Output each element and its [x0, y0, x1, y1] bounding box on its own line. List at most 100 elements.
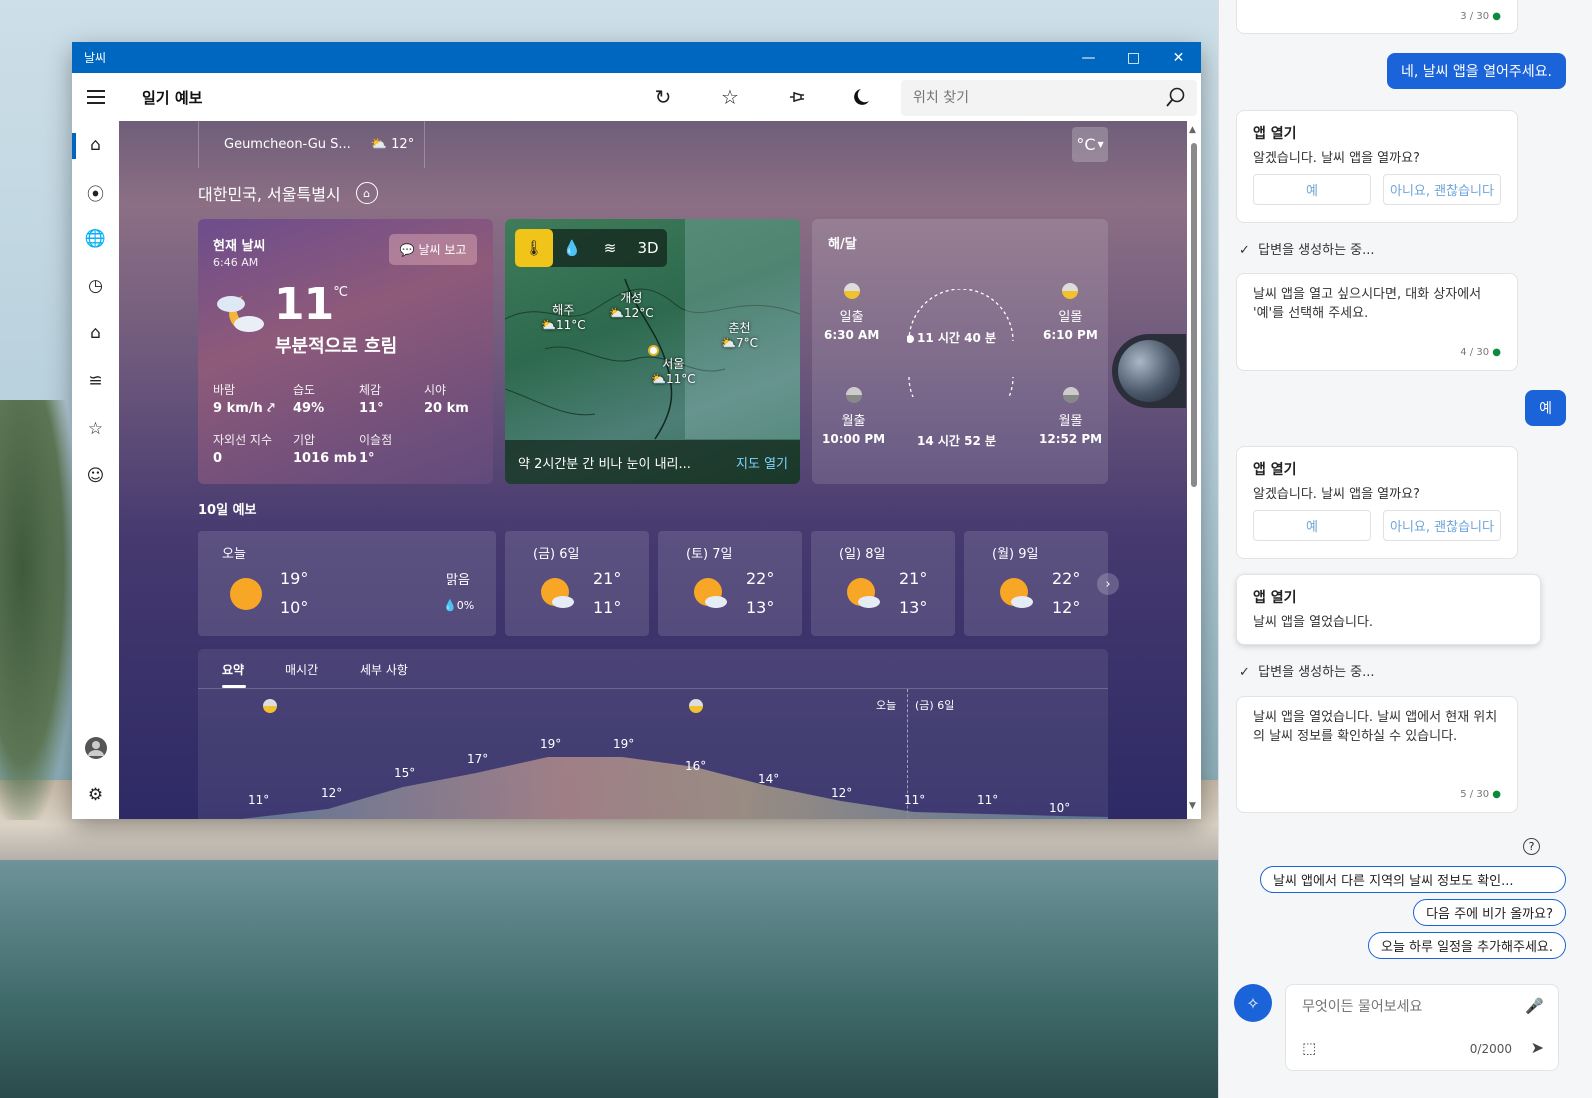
check-icon: ✓ — [1239, 243, 1250, 258]
map-layer-toolbar: 🌡 💧 ≋ 3D — [515, 229, 667, 267]
forecast-day-2[interactable]: (토) 7일 22° 13° — [658, 531, 802, 636]
clock-icon: ◷ — [88, 276, 103, 296]
card-title: 앱 열기 — [1253, 590, 1297, 606]
current-temp: 11°C — [274, 279, 348, 330]
card-title: 앱 열기 — [1253, 126, 1297, 142]
partly-sunny-icon — [694, 578, 727, 608]
chevron-right-icon: › — [1105, 576, 1111, 592]
search-icon[interactable] — [1165, 86, 1187, 113]
pinned-location[interactable]: Geumcheon-Gu S... ⛅ 12° — [198, 121, 425, 168]
forecast-next-button[interactable]: › — [1097, 573, 1119, 595]
maximize-button[interactable]: □ — [1111, 42, 1156, 73]
search-input[interactable] — [913, 90, 1153, 106]
home-icon: ⌂ — [90, 135, 101, 155]
close-button[interactable]: ✕ — [1156, 42, 1201, 73]
check-icon: ✓ — [1239, 665, 1250, 680]
forecast-day-label: 오늘 — [222, 547, 246, 562]
minimize-button[interactable]: — — [1066, 42, 1111, 73]
scroll-down-icon[interactable]: ▼ — [1189, 801, 1196, 811]
open-map-link[interactable]: 지도 열기 — [736, 453, 788, 472]
nav-favorites[interactable]: ☆ — [72, 409, 119, 449]
forecast-day-3[interactable]: (일) 8일 21° 13° — [811, 531, 955, 636]
suggestion-chip-3[interactable]: 오늘 하루 일정을 추가해주세요. — [1367, 932, 1566, 959]
yes-button[interactable]: 예 — [1253, 510, 1371, 541]
forecast-day-4[interactable]: (월) 9일 22° 12° — [964, 531, 1108, 636]
help-icon[interactable]: ? — [1523, 838, 1540, 855]
no-button[interactable]: 아니요, 괜찮습니다 — [1383, 174, 1501, 205]
nav-feedback[interactable]: ☺ — [72, 456, 119, 496]
day-length: 11 시간 40 분 — [917, 331, 997, 345]
weather-map-card[interactable]: 🌡 💧 ≋ 3D 해주 ⛅11°C 개성 ⛅12°C 춘천 ⛅7°C 서울 ⛅11°C … — [505, 219, 800, 484]
weather-report-button[interactable]: 💬 날씨 보고 — [389, 234, 477, 265]
nav-settings[interactable]: ⚙ — [72, 775, 119, 815]
thermometer-icon[interactable]: 🌡 — [515, 229, 553, 267]
favorite-star-icon[interactable]: ☆ — [716, 83, 744, 111]
suggestion-chip-2[interactable]: 다음 주에 비가 올까요? — [1413, 899, 1566, 926]
yes-button[interactable]: 예 — [1253, 174, 1371, 205]
forecast-lo: 13° — [746, 598, 775, 617]
unit-dropdown[interactable]: °C ▼ — [1072, 127, 1108, 162]
location-search[interactable] — [901, 80, 1197, 116]
refresh-icon[interactable]: ↻ — [649, 83, 677, 111]
scroll-thumb[interactable] — [1191, 143, 1197, 487]
set-home-icon[interactable]: ⌂ — [355, 182, 378, 204]
screenshot-icon[interactable]: ⬚ — [1302, 1039, 1316, 1057]
user-message: 네, 날씨 앱을 열어주세요. — [1386, 53, 1566, 89]
main-scrollbar[interactable]: ▲ ▼ — [1187, 121, 1201, 819]
nav-world[interactable]: 🌐 — [72, 219, 119, 259]
nav-lifestyle[interactable]: ⌂ — [72, 313, 119, 353]
window-title: 날씨 — [84, 51, 107, 65]
nav-radar[interactable]: ⦿ — [72, 172, 119, 212]
assistant-reply-2: 날씨 앱을 열었습니다. 날씨 앱에서 현재 위치의 날씨 정보를 확인하실 수… — [1236, 696, 1518, 813]
stat-wind: 바람 9 km/h ⤤ — [213, 383, 275, 416]
new-topic-button[interactable]: ✧ — [1234, 984, 1272, 1022]
chat-input[interactable] — [1302, 999, 1512, 1015]
hourly-temp: 11° — [904, 793, 926, 807]
radar-icon: ⦿ — [87, 184, 104, 205]
pin-icon[interactable] — [783, 83, 811, 111]
sun-moon-heading: 해/달 — [828, 237, 857, 252]
moonrise: 월출 10:00 PM — [822, 387, 885, 446]
no-button[interactable]: 아니요, 괜찮습니다 — [1383, 510, 1501, 541]
smiley-icon: ☺ — [86, 466, 105, 486]
partly-sunny-icon — [541, 578, 574, 608]
card-text: 알겠습니다. 날씨 앱을 열까요? — [1253, 151, 1420, 166]
sunset: 일몰 6:10 PM — [1043, 283, 1098, 342]
left-navigation: ⌂ ⦿ 🌐 ◷ ⌂ ≌ ☆ ☺ ⚙ — [72, 121, 119, 819]
chat-icon: 💬 — [399, 242, 415, 257]
pinned-location-name: Geumcheon-Gu S... — [224, 137, 351, 152]
droplet-small-icon: 💧 — [443, 599, 457, 612]
nav-account[interactable] — [72, 728, 119, 768]
sunny-icon — [230, 578, 262, 610]
microphone-icon[interactable]: 🎤 — [1525, 997, 1544, 1015]
app-title: 일기 예보 — [142, 88, 203, 107]
reply-counter: 4 / 30 ● — [1460, 347, 1501, 358]
forecast-today[interactable]: 오늘 19° 10° 맑음 💧0% — [198, 531, 496, 636]
map-3d-button[interactable]: 3D — [629, 229, 667, 267]
generating-status: ✓ 답변을 생성하는 중... — [1239, 243, 1375, 258]
stat-dewpoint: 이슬점 1° — [359, 433, 393, 466]
nav-home[interactable]: ⌂ — [72, 125, 119, 165]
chat-input-box[interactable]: 🎤 ⬚ 0/2000 ➤ — [1285, 984, 1559, 1071]
forecast-hi: 21° — [593, 569, 622, 588]
forecast-day-label: (월) 9일 — [992, 547, 1039, 562]
hourly-temp: 12° — [831, 786, 853, 800]
copilot-orb[interactable] — [1118, 340, 1180, 402]
dark-mode-moon-icon[interactable] — [849, 83, 877, 111]
assistant-reply-1: 날씨 앱을 열고 싶으시다면, 대화 상자에서 '예'를 선택해 주세요. 4 … — [1236, 273, 1518, 371]
forecast-hi: 22° — [1052, 569, 1081, 588]
nav-trends[interactable]: ≌ — [72, 361, 119, 401]
suggestion-chip-1[interactable]: 날씨 앱에서 다른 지역의 날씨 정보도 확인... — [1260, 866, 1566, 893]
send-icon[interactable]: ➤ — [1531, 1038, 1544, 1057]
nav-history[interactable]: ◷ — [72, 266, 119, 306]
wind-icon[interactable]: ≋ — [591, 229, 629, 267]
scroll-up-icon[interactable]: ▲ — [1189, 125, 1196, 135]
stat-visibility: 시야 20 km — [424, 383, 469, 416]
forecast-day-1[interactable]: (금) 6일 21° 11° — [505, 531, 649, 636]
new-chat-icon: ✧ — [1246, 993, 1260, 1013]
droplet-icon[interactable]: 💧 — [553, 229, 591, 267]
menu-button[interactable] — [72, 73, 119, 121]
desktop-water — [0, 860, 1230, 1098]
map-city-chuncheon: 춘천 ⛅7°C — [721, 321, 758, 350]
chart-icon: ≌ — [88, 371, 103, 391]
